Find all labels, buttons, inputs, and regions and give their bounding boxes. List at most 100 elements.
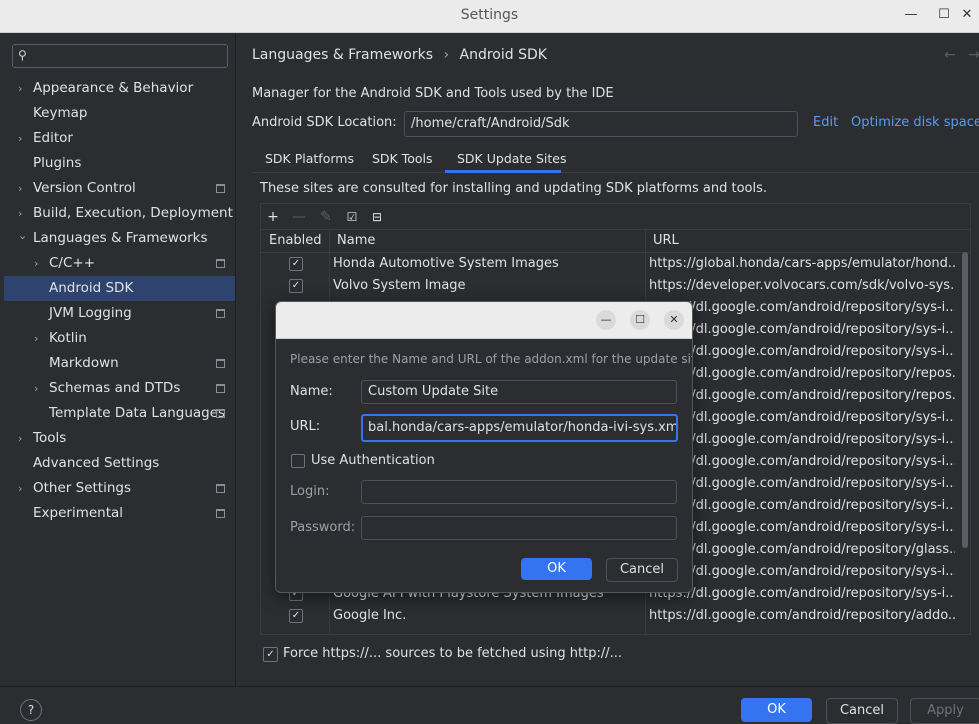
name-value: Custom Update Site (368, 384, 499, 399)
sidebar-item-plugins[interactable]: Plugins (4, 151, 235, 176)
deselect-all-icon[interactable]: ⊟ (367, 207, 387, 227)
sidebar-item-label: Version Control (33, 180, 136, 196)
site-url: https://global.honda/cars-apps/emulator/… (649, 256, 955, 271)
table-header: Enabled Name URL (261, 230, 970, 253)
sidebar-item-keymap[interactable]: Keymap (4, 101, 235, 126)
enabled-checkbox[interactable]: ✓ (289, 609, 303, 623)
column-header-url[interactable]: URL (653, 233, 679, 248)
settings-search-input[interactable]: ⚲ (12, 44, 228, 68)
sidebar-item-android-sdk[interactable]: Android SDK (4, 276, 235, 301)
maximize-button[interactable]: ☐ (932, 4, 956, 26)
table-row[interactable]: ✓ Volvo System Image https://developer.vol… (261, 275, 970, 297)
table-row[interactable]: ✓ Honda Automotive System Images https://g… (261, 253, 970, 275)
cancel-button[interactable]: Cancel (826, 698, 898, 724)
chevron-right-icon: › (18, 182, 23, 195)
tab-sdk-tools[interactable]: SDK Tools (372, 146, 433, 172)
table-scrollbar[interactable] (962, 252, 968, 548)
dialog-ok-button[interactable]: OK (521, 558, 592, 580)
sidebar-item-advanced[interactable]: Advanced Settings (4, 451, 235, 476)
sidebar-item-label: Schemas and DTDs (49, 380, 181, 396)
sidebar-item-jvm-logging[interactable]: JVM Logging (4, 301, 235, 326)
site-url: https://dl.google.com/android/repository… (649, 586, 955, 601)
edit-link[interactable]: Edit (813, 115, 838, 130)
use-authentication-checkbox[interactable] (291, 454, 305, 468)
remove-icon[interactable]: — (289, 207, 309, 227)
optimize-disk-link[interactable]: Optimize disk space (851, 115, 979, 130)
site-url: https://dl.google.com/android/repository… (649, 476, 955, 491)
project-scope-icon (216, 409, 225, 418)
name-label: Name: (290, 384, 333, 399)
dialog-cancel-button[interactable]: Cancel (606, 558, 678, 582)
sidebar-item-schemas[interactable]: › Schemas and DTDs (4, 376, 235, 401)
project-scope-icon (216, 259, 225, 268)
name-input[interactable]: Custom Update Site (361, 380, 677, 404)
column-header-name[interactable]: Name (337, 233, 375, 248)
sites-info-text: These sites are consulted for installing… (260, 181, 768, 196)
back-arrow-icon[interactable]: ← (944, 47, 956, 63)
dialog-minimize-button[interactable]: — (596, 310, 616, 330)
chevron-down-icon: ⌄ (18, 229, 28, 242)
sidebar-item-editor[interactable]: › Editor (4, 126, 235, 151)
site-url: https://dl.google.com/android/repository… (649, 322, 955, 337)
site-url: https://dl.google.com/android/repository… (649, 366, 955, 381)
add-icon[interactable]: + (263, 207, 283, 227)
sites-toolbar: + — ✎ ☑ ⊟ (260, 203, 971, 230)
chevron-right-icon: › (34, 257, 39, 270)
edit-pencil-icon[interactable]: ✎ (316, 207, 336, 227)
sidebar-item-label: Tools (33, 430, 67, 446)
site-name: Honda Automotive System Images (333, 256, 559, 271)
sidebar-item-label: C/C++ (49, 255, 96, 271)
chevron-right-icon: › (34, 332, 39, 345)
tab-divider (252, 172, 979, 173)
sidebar-item-languages[interactable]: ⌄ Languages & Frameworks (4, 226, 235, 251)
url-label: URL: (290, 419, 321, 434)
sidebar-item-appearance[interactable]: › Appearance & Behavior (4, 76, 235, 101)
sidebar-item-template-data[interactable]: Template Data Languages (4, 401, 235, 426)
sidebar-item-label: Other Settings (33, 480, 131, 496)
url-input[interactable]: bal.honda/cars-apps/emulator/honda-ivi-s… (361, 414, 678, 442)
sidebar-item-build[interactable]: › Build, Execution, Deployment (4, 201, 235, 226)
password-input[interactable] (361, 516, 677, 540)
sidebar-item-experimental[interactable]: Experimental (4, 501, 235, 526)
use-authentication-label: Use Authentication (311, 453, 435, 468)
project-scope-icon (216, 484, 225, 493)
ok-button[interactable]: OK (741, 698, 812, 722)
sidebar-item-kotlin[interactable]: › Kotlin (4, 326, 235, 351)
forward-arrow-icon[interactable]: → (968, 47, 979, 63)
sidebar-item-label: Appearance & Behavior (33, 80, 194, 96)
project-scope-icon (216, 509, 225, 518)
select-all-icon[interactable]: ☑ (342, 207, 362, 227)
close-button[interactable]: ✕ (955, 4, 979, 26)
sidebar-item-cpp[interactable]: › C/C++ (4, 251, 235, 276)
enabled-checkbox[interactable]: ✓ (289, 257, 303, 271)
table-row[interactable]: ✓ Google Inc. https://dl.google.com/androi… (261, 605, 970, 627)
sdk-location-label: Android SDK Location: (252, 115, 397, 130)
help-icon[interactable]: ? (20, 699, 42, 721)
sidebar-item-markdown[interactable]: Markdown (4, 351, 235, 376)
login-input[interactable] (361, 480, 677, 504)
sidebar-item-label: Android SDK (49, 280, 134, 296)
breadcrumb-parent[interactable]: Languages & Frameworks (252, 47, 433, 63)
sidebar-item-other[interactable]: › Other Settings (4, 476, 235, 501)
dialog-close-button[interactable]: ✕ (664, 310, 684, 330)
breadcrumb-current: Android SDK (459, 47, 547, 63)
minimize-button[interactable]: — (899, 4, 923, 26)
column-header-enabled[interactable]: Enabled (269, 233, 322, 248)
project-scope-icon (216, 184, 225, 193)
sidebar-item-label: Build, Execution, Deployment (33, 205, 233, 221)
sidebar-item-version-control[interactable]: › Version Control (4, 176, 235, 201)
apply-button[interactable]: Apply (910, 698, 979, 724)
sidebar-item-label: JVM Logging (49, 305, 132, 321)
chevron-right-icon: › (18, 82, 23, 95)
sidebar-item-label: Editor (33, 130, 73, 146)
dialog-maximize-button[interactable]: ☐ (630, 310, 650, 330)
sdk-location-field[interactable]: /home/craft/Android/Sdk (404, 111, 798, 137)
enabled-checkbox[interactable]: ✓ (289, 279, 303, 293)
tab-sdk-update-sites[interactable]: SDK Update Sites (457, 146, 567, 172)
tab-sdk-platforms[interactable]: SDK Platforms (265, 146, 354, 172)
force-http-checkbox[interactable]: ✓ (263, 647, 278, 662)
site-url: https://dl.google.com/android/repository… (649, 498, 955, 513)
sidebar-item-tools[interactable]: › Tools (4, 426, 235, 451)
site-url: https://dl.google.com/android/repository… (649, 410, 955, 425)
project-scope-icon (216, 309, 225, 318)
